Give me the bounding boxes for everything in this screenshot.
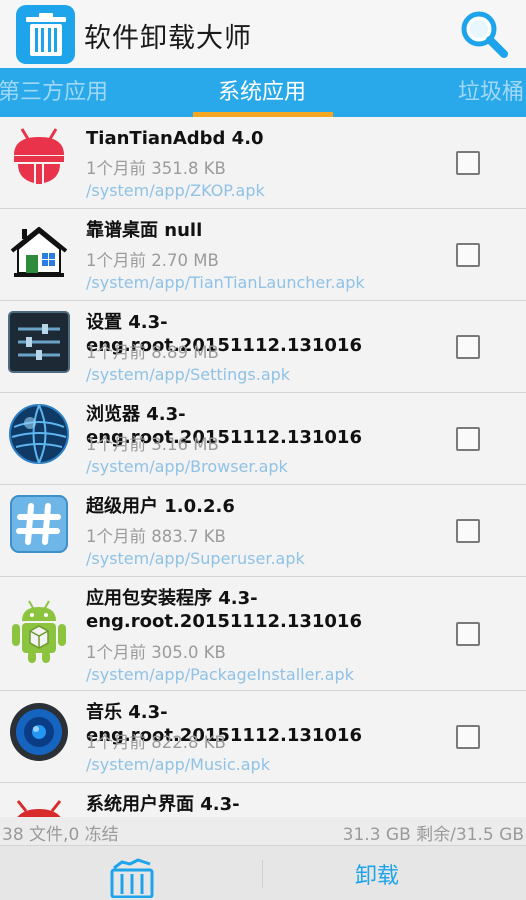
app-list[interactable]: TianTianAdbd 4.0 1个月前 351.8 KB /system/a… <box>0 117 526 817</box>
app-name: 靠谱桌面 null <box>86 220 203 241</box>
app-path: /system/app/TianTianLauncher.apk <box>86 273 365 292</box>
list-item[interactable]: 应用包安装程序 4.3-eng.root.20151112.131016 1个月… <box>0 577 526 691</box>
tiantian-icon <box>8 125 70 187</box>
tab-third-party-apps[interactable]: 第三方应用 <box>0 68 108 117</box>
trash-can-icon[interactable] <box>108 854 156 899</box>
bottom-bar: 卸载 <box>0 845 526 900</box>
app-name: 系统用户界面 4.3- <box>86 794 240 815</box>
app-name: 超级用户 1.0.2.6 <box>86 496 235 517</box>
select-checkbox[interactable] <box>456 427 480 451</box>
select-checkbox[interactable] <box>456 622 480 646</box>
tab-trash[interactable]: 垃圾桶 <box>458 68 524 117</box>
list-item[interactable]: TianTianAdbd 4.0 1个月前 351.8 KB /system/a… <box>0 117 526 209</box>
list-item[interactable]: 浏览器 4.3-eng.root.20151112.131016 1个月前 3.… <box>0 393 526 485</box>
app-name: TianTianAdbd 4.0 <box>86 128 264 149</box>
storage-info: 31.3 GB 剩余/31.5 GB <box>342 825 524 845</box>
divider <box>262 860 263 888</box>
select-checkbox[interactable] <box>456 335 480 359</box>
app-path: /system/app/Settings.apk <box>86 365 291 384</box>
select-checkbox[interactable] <box>456 243 480 267</box>
select-checkbox[interactable] <box>456 519 480 543</box>
app-path: /system/app/PackageInstaller.apk <box>86 665 354 684</box>
status-bar: 38 文件,0 冻结 31.3 GB 剩余/31.5 GB <box>0 817 526 845</box>
app-meta: 1个月前 822.8 KB <box>86 733 226 752</box>
settings-icon <box>8 311 70 373</box>
app-path: /system/app/Superuser.apk <box>86 549 305 568</box>
app-meta: 1个月前 351.8 KB <box>86 159 226 178</box>
list-item[interactable]: 超级用户 1.0.2.6 1个月前 883.7 KB /system/app/S… <box>0 485 526 577</box>
trash-can-app-icon <box>16 5 75 64</box>
tab-system-apps[interactable]: 系统应用 <box>218 68 306 117</box>
app-name: 应用包安装程序 4.3-eng.root.20151112.131016 <box>86 588 362 632</box>
app-path: /system/app/ZKOP.apk <box>86 181 265 200</box>
select-checkbox[interactable] <box>456 151 480 175</box>
action-bar: 软件卸载大师 <box>0 0 526 68</box>
file-count: 38 文件,0 冻结 <box>2 825 119 845</box>
select-checkbox[interactable] <box>456 725 480 749</box>
search-icon[interactable] <box>458 8 512 62</box>
app-path: /system/app/Music.apk <box>86 755 270 774</box>
launcher-icon <box>8 221 70 283</box>
list-item[interactable]: 靠谱桌面 null 1个月前 2.70 MB /system/app/TianT… <box>0 209 526 301</box>
list-item[interactable]: 音乐 4.3-eng.root.20151112.131016 1个月前 822… <box>0 691 526 783</box>
app-meta: 1个月前 3.16 MB <box>86 435 219 454</box>
app-title: 软件卸载大师 <box>84 23 252 54</box>
music-icon <box>8 701 70 763</box>
superuser-icon <box>8 493 70 555</box>
app-meta: 1个月前 883.7 KB <box>86 527 226 546</box>
app-meta: 1个月前 305.0 KB <box>86 643 226 662</box>
list-item[interactable]: 系统用户界面 4.3- <box>0 783 526 817</box>
system-ui-icon <box>8 795 70 817</box>
app-meta: 1个月前 8.89 MB <box>86 343 219 362</box>
package-installer-icon <box>8 599 70 663</box>
app-meta: 1个月前 2.70 MB <box>86 251 219 270</box>
app-path: /system/app/Browser.apk <box>86 457 288 476</box>
list-item[interactable]: 设置 4.3-eng.root.20151112.131016 1个月前 8.8… <box>0 301 526 393</box>
uninstall-button[interactable]: 卸载 <box>355 858 399 890</box>
browser-icon <box>8 403 70 465</box>
tab-bar: 第三方应用 系统应用 垃圾桶 <box>0 68 526 117</box>
